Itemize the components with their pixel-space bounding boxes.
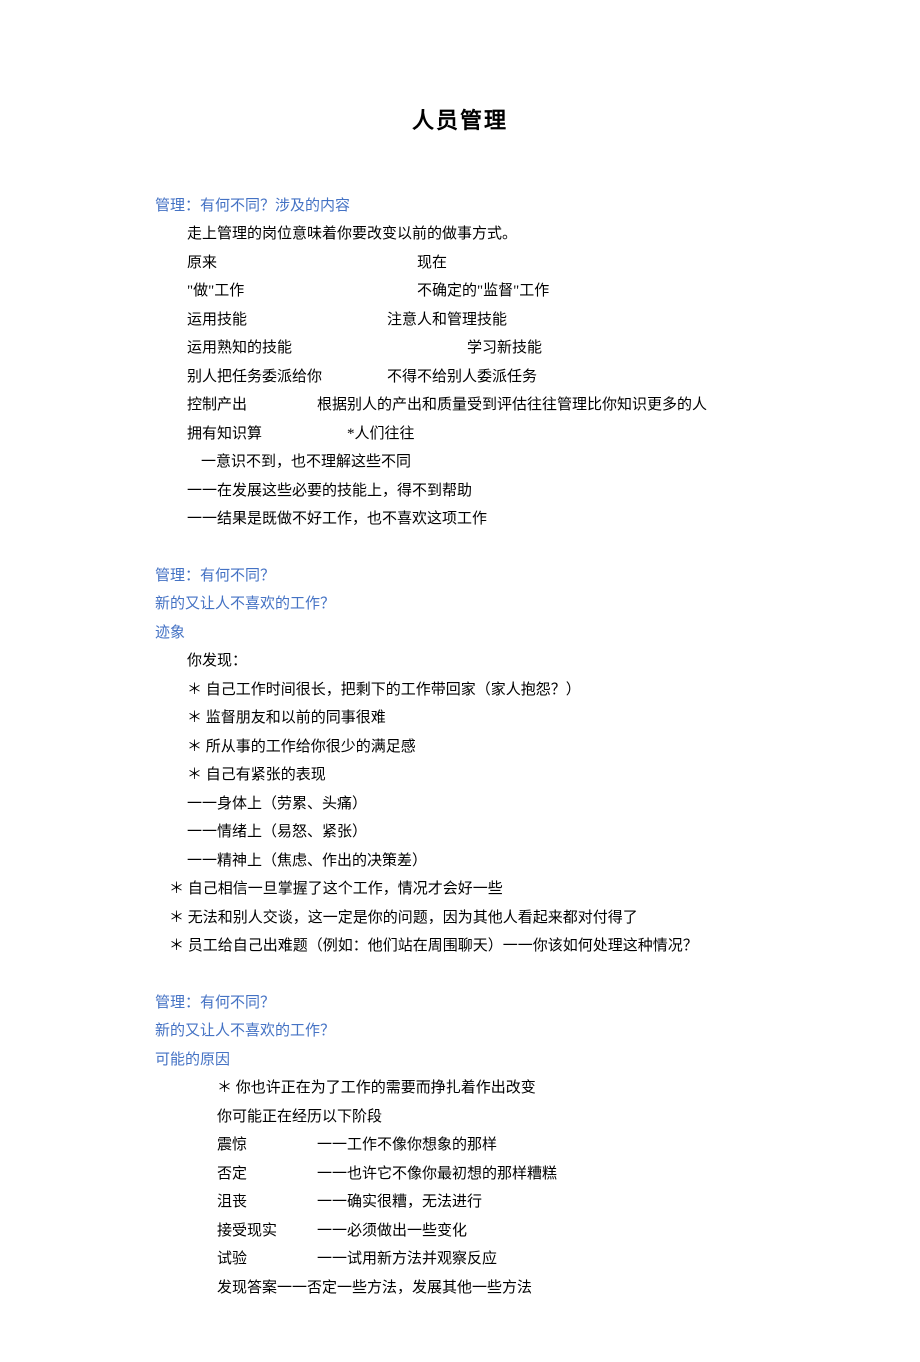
list-item: ＊ 无法和别人交谈，这一定是你的问题，因为其他人看起来都对付得了 [169,904,765,933]
compare-row: 拥有知识算 *人们往往 [187,420,765,449]
compare-row: 控制产出 根据别人的产出和质量受到评估往往管理比你知识更多的人 [187,391,765,420]
stage-name: 沮丧 [217,1188,317,1217]
section3-intro1: ＊ 你也许正在为了工作的需要而挣扎着作出改变 [217,1074,765,1103]
stage-name: 试验 [217,1245,317,1274]
compare-header: 原来 现在 [187,249,765,278]
section2-heading-1: 管理：有何不同？ [155,562,765,591]
stage-desc: 一一试用新方法并观察反应 [317,1245,765,1274]
stage-desc: 一一也许它不像你最初想的那样糟糕 [317,1160,765,1189]
col-before-header: 原来 [187,249,417,278]
stage-desc: 一一确实很糟，无法进行 [317,1188,765,1217]
cell-before: "做"工作 [187,277,417,306]
cell-now: 根据别人的产出和质量受到评估往往管理比你知识更多的人 [317,391,765,420]
stage-desc: 一一必须做出一些变化 [317,1217,765,1246]
section2-intro: 你发现： [187,647,765,676]
stage-desc: 一一工作不像你想象的那样 [317,1131,765,1160]
cell-before: 拥有知识算 [187,420,347,449]
list-item: ＊ 监督朋友和以前的同事很难 [187,704,765,733]
section2-heading-3: 迹象 [155,619,765,648]
cell-before: 控制产出 [187,391,317,420]
section3-heading-2: 新的又让人不喜欢的工作？ [155,1017,765,1046]
list-item: ＊ 员工给自己出难题（例如：他们站在周围聊天）一一你该如何处理这种情况？ [169,932,765,961]
section1-heading: 管理：有何不同？涉及的内容 [155,192,765,221]
stage-row: 否定 一一也许它不像你最初想的那样糟糕 [217,1160,765,1189]
section1-bullet: 一意识不到，也不理解这些不同 [201,448,765,477]
cell-before: 运用熟知的技能 [187,334,467,363]
section3-heading-3: 可能的原因 [155,1046,765,1075]
section1-intro: 走上管理的岗位意味着你要改变以前的做事方式。 [187,220,765,249]
stage-name: 震惊 [217,1131,317,1160]
stage-name: 否定 [217,1160,317,1189]
compare-row: 别人把任务委派给你 不得不给别人委派任务 [187,363,765,392]
list-item: ＊ 所从事的工作给你很少的满足感 [187,733,765,762]
compare-row: "做"工作 不确定的"监督"工作 [187,277,765,306]
list-sub-item: 一一身体上（劳累、头痛） [187,790,765,819]
stage-row: 震惊 一一工作不像你想象的那样 [217,1131,765,1160]
stage-name: 接受现实 [217,1217,317,1246]
list-item: ＊ 自己相信一旦掌握了这个工作，情况才会好一些 [169,875,765,904]
cell-now: 不确定的"监督"工作 [417,277,765,306]
stage-row: 试验 一一试用新方法并观察反应 [217,1245,765,1274]
section1-bullet: 一一结果是既做不好工作，也不喜欢这项工作 [187,505,765,534]
stage-row: 发现答案一一否定一些方法，发展其他一些方法 [217,1274,765,1303]
list-sub-item: 一一情绪上（易怒、紧张） [187,818,765,847]
section2-heading-2: 新的又让人不喜欢的工作？ [155,590,765,619]
list-item: ＊ 自己工作时间很长，把剩下的工作带回家（家人抱怨？） [187,676,765,705]
compare-row: 运用技能 注意人和管理技能 [187,306,765,335]
stage-row: 沮丧 一一确实很糟，无法进行 [217,1188,765,1217]
compare-row: 运用熟知的技能 学习新技能 [187,334,765,363]
col-now-header: 现在 [417,249,765,278]
list-sub-item: 一一精神上（焦虑、作出的决策差） [187,847,765,876]
cell-before: 运用技能 [187,306,387,335]
cell-now: 学习新技能 [467,334,765,363]
section3-intro2: 你可能正在经历以下阶段 [217,1103,765,1132]
cell-now: 注意人和管理技能 [387,306,765,335]
cell-before: 别人把任务委派给你 [187,363,387,392]
section1-bullet: 一一在发展这些必要的技能上，得不到帮助 [187,477,765,506]
section3-heading-1: 管理：有何不同？ [155,989,765,1018]
cell-now: 不得不给别人委派任务 [387,363,765,392]
page-title: 人员管理 [155,100,765,142]
cell-now: *人们往往 [347,420,765,449]
stage-row: 接受现实 一一必须做出一些变化 [217,1217,765,1246]
list-item: ＊ 自己有紧张的表现 [187,761,765,790]
